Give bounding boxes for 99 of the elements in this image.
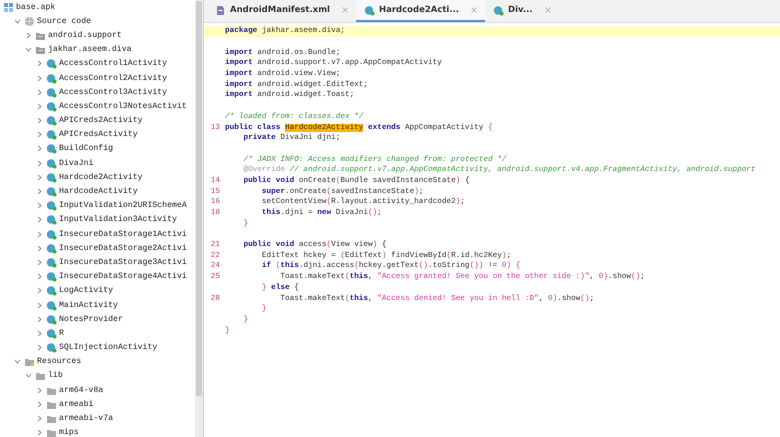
tree-item[interactable]: InsecureDataStorage3Activi <box>59 258 187 267</box>
chevron-right-icon[interactable] <box>36 102 43 110</box>
tree-item[interactable]: jakhar.aseem.diva <box>48 45 132 54</box>
tree-item[interactable]: base.apk <box>16 2 56 12</box>
file-icon <box>215 4 226 16</box>
chevron-right-icon[interactable] <box>36 74 43 82</box>
tree-item[interactable]: InsecureDataStorage4Activi <box>59 272 187 282</box>
apk-icon <box>3 2 14 13</box>
tree-item[interactable]: Source code <box>37 16 92 26</box>
folder-icon <box>46 427 57 437</box>
chevron-right-icon[interactable] <box>36 117 43 124</box>
close-icon[interactable] <box>342 7 348 13</box>
chevron-right-icon[interactable] <box>36 88 43 96</box>
tree-item[interactable]: R <box>59 328 64 338</box>
globe-icon <box>24 16 35 27</box>
class-icon <box>46 186 57 198</box>
class-icon <box>46 72 57 84</box>
editor-tab[interactable]: Div... <box>485 0 559 22</box>
tree-item[interactable]: arm64-v8a <box>59 386 104 395</box>
editor-tab[interactable]: Hardcode2Acti... <box>356 0 486 22</box>
tree-item[interactable]: APICredsActivity <box>59 130 138 140</box>
tree-item[interactable]: APICreds2Activity <box>59 116 143 126</box>
class-icon <box>46 342 57 354</box>
chevron-right-icon[interactable] <box>36 202 43 210</box>
chevron-right-icon[interactable] <box>36 258 43 266</box>
tree-item[interactable]: DivaJni <box>59 158 94 168</box>
tree-item[interactable]: AccessControl3Activity <box>59 88 168 97</box>
class-icon <box>46 214 57 226</box>
class-icon <box>46 256 57 268</box>
tree-item[interactable]: LogActivity <box>59 286 114 296</box>
close-icon[interactable] <box>471 7 478 13</box>
tree-item[interactable]: SQLInjectionActivity <box>59 343 158 352</box>
class-icon <box>46 58 57 70</box>
class-icon <box>46 172 57 183</box>
chevron-right-icon[interactable] <box>36 287 43 294</box>
tree-item[interactable]: InsecureDataStorage1Activi <box>59 230 187 239</box>
class-icon <box>46 86 57 98</box>
tree-item[interactable]: MainActivity <box>59 300 118 310</box>
tree-item[interactable]: armeabi-v7a <box>59 414 114 424</box>
chevron-right-icon[interactable] <box>36 131 43 138</box>
chevron-down-icon[interactable] <box>14 358 21 366</box>
tree-item[interactable]: AccessControl2Activity <box>59 74 168 83</box>
chevron-right-icon[interactable] <box>36 400 43 408</box>
chevron-right-icon[interactable] <box>36 244 43 252</box>
chevron-right-icon[interactable] <box>36 316 43 323</box>
class-icon <box>46 115 57 126</box>
tree-item[interactable]: Hardcode2Activity <box>59 172 143 182</box>
tree-item[interactable]: AccessControl3NotesActivit <box>59 102 187 111</box>
class-icon <box>46 200 57 212</box>
chevron-right-icon[interactable] <box>36 160 43 167</box>
chevron-right-icon[interactable] <box>36 273 43 280</box>
chevron-right-icon[interactable] <box>36 344 43 352</box>
chevron-down-icon[interactable] <box>14 18 21 25</box>
tree-item[interactable]: BuildConfig <box>59 144 114 154</box>
class-icon <box>364 4 375 16</box>
class-icon <box>46 158 57 169</box>
class-icon <box>493 4 504 16</box>
tree-item[interactable]: AccessControl1Activity <box>59 59 168 68</box>
tree-item[interactable]: HardcodeActivity <box>59 187 138 196</box>
editor-tab[interactable]: AndroidManifest.xml <box>207 0 356 22</box>
chevron-right-icon[interactable] <box>36 60 43 68</box>
tree-item[interactable]: armeabi <box>59 400 94 409</box>
chevron-right-icon[interactable] <box>36 145 43 152</box>
tree-item[interactable]: lib <box>48 371 63 380</box>
tree-item[interactable]: mips <box>59 428 79 437</box>
chevron-right-icon[interactable] <box>36 429 43 436</box>
chevron-right-icon[interactable] <box>36 302 43 309</box>
class-icon <box>46 300 57 311</box>
chevron-right-icon[interactable] <box>36 230 43 238</box>
class-icon <box>46 285 57 296</box>
tree-item[interactable]: NotesProvider <box>59 314 123 324</box>
class-icon <box>46 228 57 240</box>
chevron-right-icon[interactable] <box>36 216 43 224</box>
class-icon <box>46 100 57 112</box>
chevron-down-icon[interactable] <box>25 46 32 54</box>
tree-item[interactable]: Resources <box>37 357 82 366</box>
class-icon <box>46 271 57 282</box>
folder-icon <box>24 356 35 368</box>
scrollbar-thumb[interactable] <box>196 1 202 396</box>
class-icon <box>46 129 57 140</box>
chevron-right-icon[interactable] <box>36 174 43 181</box>
folder-icon <box>46 413 57 424</box>
chevron-right-icon[interactable] <box>36 415 43 422</box>
tree-item[interactable]: android.support <box>48 30 122 40</box>
package-icon <box>35 44 46 56</box>
class-icon <box>46 242 57 254</box>
tree-item[interactable]: InsecureDataStorage2Activi <box>59 244 187 253</box>
class-icon <box>46 314 57 325</box>
class-icon <box>46 143 57 154</box>
tree-item[interactable]: InputValidation2URISchemeA <box>59 201 187 210</box>
tree-item[interactable]: InputValidation3Activity <box>59 215 177 224</box>
chevron-right-icon[interactable] <box>25 32 32 39</box>
chevron-right-icon[interactable] <box>36 330 43 337</box>
close-icon[interactable] <box>544 7 551 13</box>
chevron-down-icon[interactable] <box>25 372 32 380</box>
folder-icon <box>35 370 46 382</box>
class-icon <box>46 328 57 339</box>
chevron-right-icon[interactable] <box>36 386 43 394</box>
chevron-right-icon[interactable] <box>36 188 43 196</box>
